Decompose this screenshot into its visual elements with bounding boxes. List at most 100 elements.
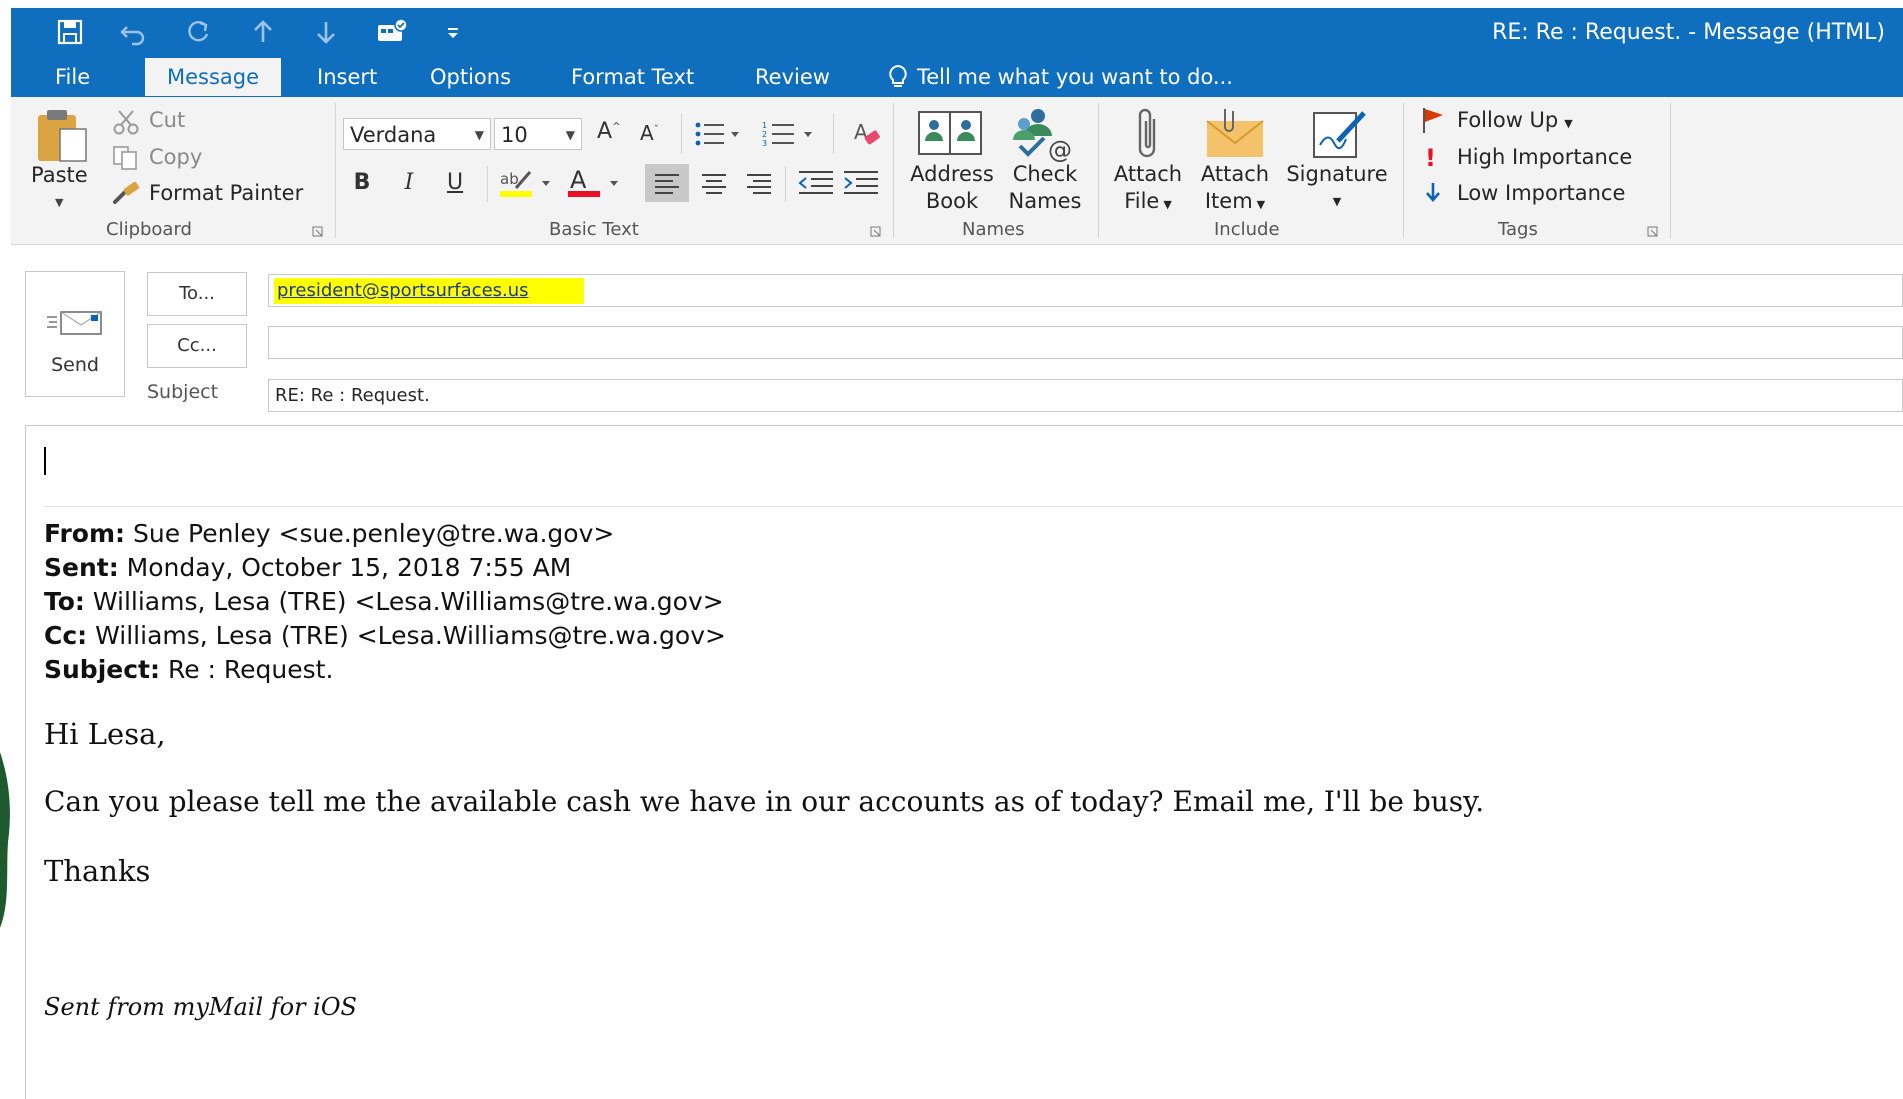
attach-file-label-1: Attach xyxy=(1113,162,1183,186)
format-painter-icon[interactable] xyxy=(112,182,142,206)
cut-button[interactable]: Cut xyxy=(149,108,185,132)
tags-launcher-icon[interactable] xyxy=(1647,226,1659,238)
quoted-sent-label: Sent: xyxy=(44,553,119,582)
italic-button[interactable]: I xyxy=(392,166,426,200)
address-book-button[interactable]: Address Book xyxy=(902,161,1002,215)
quoted-sent-value: Monday, October 15, 2018 7:55 AM xyxy=(118,553,572,582)
chevron-down-icon[interactable]: ▼ xyxy=(566,119,575,151)
names-group-label: Names xyxy=(962,219,1025,240)
paste-button[interactable]: Paste xyxy=(31,163,88,187)
down-arrow-icon[interactable] xyxy=(311,17,341,47)
tell-me-text: Tell me what you want to do... xyxy=(917,65,1233,89)
attach-item-icon[interactable] xyxy=(1203,105,1267,161)
address-book-icon[interactable] xyxy=(916,107,984,159)
font-color-icon[interactable]: A xyxy=(566,166,626,200)
send-label: Send xyxy=(51,354,99,376)
follow-up-button[interactable]: Follow Up ▼ xyxy=(1457,108,1573,132)
chevron-down-icon[interactable]: ▼ xyxy=(475,119,484,151)
cc-button[interactable]: Cc... xyxy=(147,324,247,368)
subject-field[interactable]: RE: Re : Request. xyxy=(268,379,1903,412)
clear-formatting-icon[interactable]: A xyxy=(852,119,882,149)
save-icon[interactable] xyxy=(55,17,85,47)
increase-indent-icon[interactable] xyxy=(842,166,882,200)
font-size-combo[interactable]: 10 ▼ xyxy=(494,118,582,150)
high-importance-button[interactable]: High Importance xyxy=(1457,145,1632,169)
check-names-button[interactable]: Check Names xyxy=(998,161,1092,215)
low-importance-icon[interactable] xyxy=(1424,181,1442,203)
bold-button[interactable]: B xyxy=(345,166,379,200)
copy-button[interactable]: Copy xyxy=(149,145,202,169)
attach-file-label-2: File xyxy=(1124,189,1160,213)
quoted-from-value: Sue Penley <sue.penley@tre.wa.gov> xyxy=(125,519,615,548)
cut-icon[interactable] xyxy=(112,109,140,135)
shrink-font-icon[interactable]: Aˇ xyxy=(640,121,659,145)
chevron-down-icon: ▼ xyxy=(1332,195,1342,208)
subject-label: Subject xyxy=(147,381,219,403)
clipboard-launcher-icon[interactable] xyxy=(312,226,324,238)
tab-insert[interactable]: Insert xyxy=(295,58,399,96)
svg-text:1: 1 xyxy=(762,121,767,130)
check-names-icon[interactable]: @ xyxy=(1010,106,1076,162)
format-painter-button[interactable]: Format Painter xyxy=(149,181,303,205)
ribbon-separator xyxy=(893,103,894,238)
signature-button[interactable]: Signature ▼ xyxy=(1280,161,1394,215)
align-center-button[interactable] xyxy=(692,164,736,202)
attach-item-label-2: Item xyxy=(1204,189,1253,213)
tab-format-text[interactable]: Format Text xyxy=(549,58,716,96)
numbering-icon[interactable]: 123 xyxy=(762,120,820,148)
check-names-label-1: Check xyxy=(1012,162,1078,186)
signature-label: Signature xyxy=(1286,162,1388,186)
send-button[interactable]: Send xyxy=(25,271,125,397)
font-size-value: 10 xyxy=(501,123,528,147)
send-envelope-icon xyxy=(45,309,105,337)
tab-file[interactable]: File xyxy=(33,58,112,96)
highlight-color-icon[interactable]: ab xyxy=(498,166,558,200)
paperclip-icon[interactable] xyxy=(1132,105,1164,163)
cc-field[interactable] xyxy=(268,326,1903,359)
ribbon-separator xyxy=(335,103,336,238)
paste-icon[interactable] xyxy=(34,107,90,167)
chevron-down-icon: ▼ xyxy=(1256,198,1266,211)
tab-options[interactable]: Options xyxy=(408,58,533,96)
underline-button[interactable]: U xyxy=(438,166,472,200)
basic-text-launcher-icon[interactable] xyxy=(870,226,882,238)
tell-me-search[interactable]: Tell me what you want to do... xyxy=(887,58,1233,96)
bullets-icon[interactable] xyxy=(694,120,744,148)
copy-icon[interactable] xyxy=(112,145,140,171)
align-right-button[interactable] xyxy=(737,164,781,202)
decrease-indent-icon[interactable] xyxy=(797,166,837,200)
quoted-from-line: From: Sue Penley <sue.penley@tre.wa.gov> xyxy=(44,519,614,548)
low-importance-button[interactable]: Low Importance xyxy=(1457,181,1625,205)
customize-qat-icon[interactable] xyxy=(443,17,463,47)
align-left-button[interactable] xyxy=(645,164,689,202)
chevron-down-icon: ▼ xyxy=(1163,198,1172,211)
grow-font-icon[interactable]: A^ xyxy=(597,119,620,144)
quoted-from-label: From: xyxy=(44,519,126,548)
redo-icon[interactable] xyxy=(183,17,213,47)
signature-icon[interactable] xyxy=(1308,105,1372,161)
paste-dropdown-icon[interactable]: ▼ xyxy=(55,196,63,209)
subject-value: RE: Re : Request. xyxy=(275,385,430,406)
window-title: RE: Re : Request. - Message (HTML) xyxy=(1492,20,1885,45)
font-name-combo[interactable]: Verdana ▼ xyxy=(343,118,491,150)
up-arrow-icon[interactable] xyxy=(248,17,278,47)
tab-review[interactable]: Review xyxy=(733,58,852,96)
attach-item-button[interactable]: Attach Item ▼ xyxy=(1190,161,1280,218)
clipboard-group-label: Clipboard xyxy=(106,219,192,240)
screenshot-icon[interactable] xyxy=(375,17,411,47)
attach-file-button[interactable]: Attach File ▼ xyxy=(1106,161,1190,218)
to-field[interactable]: president@sportsurfaces.us xyxy=(268,274,1903,307)
flag-icon[interactable] xyxy=(1420,106,1446,134)
to-button[interactable]: To... xyxy=(147,272,247,316)
check-names-label-2: Names xyxy=(1008,189,1082,213)
undo-icon[interactable] xyxy=(118,17,148,47)
quoted-subject-value: Re : Request. xyxy=(160,655,334,684)
high-importance-icon[interactable]: ! xyxy=(1425,144,1436,172)
ribbon-separator xyxy=(1670,103,1671,238)
message-closing: Thanks xyxy=(44,854,151,888)
quoted-to-label: To: xyxy=(44,587,85,616)
to-recipient[interactable]: president@sportsurfaces.us xyxy=(274,278,584,304)
tags-group-label: Tags xyxy=(1498,219,1538,240)
ribbon-separator xyxy=(681,114,682,154)
tab-message[interactable]: Message xyxy=(145,58,282,96)
